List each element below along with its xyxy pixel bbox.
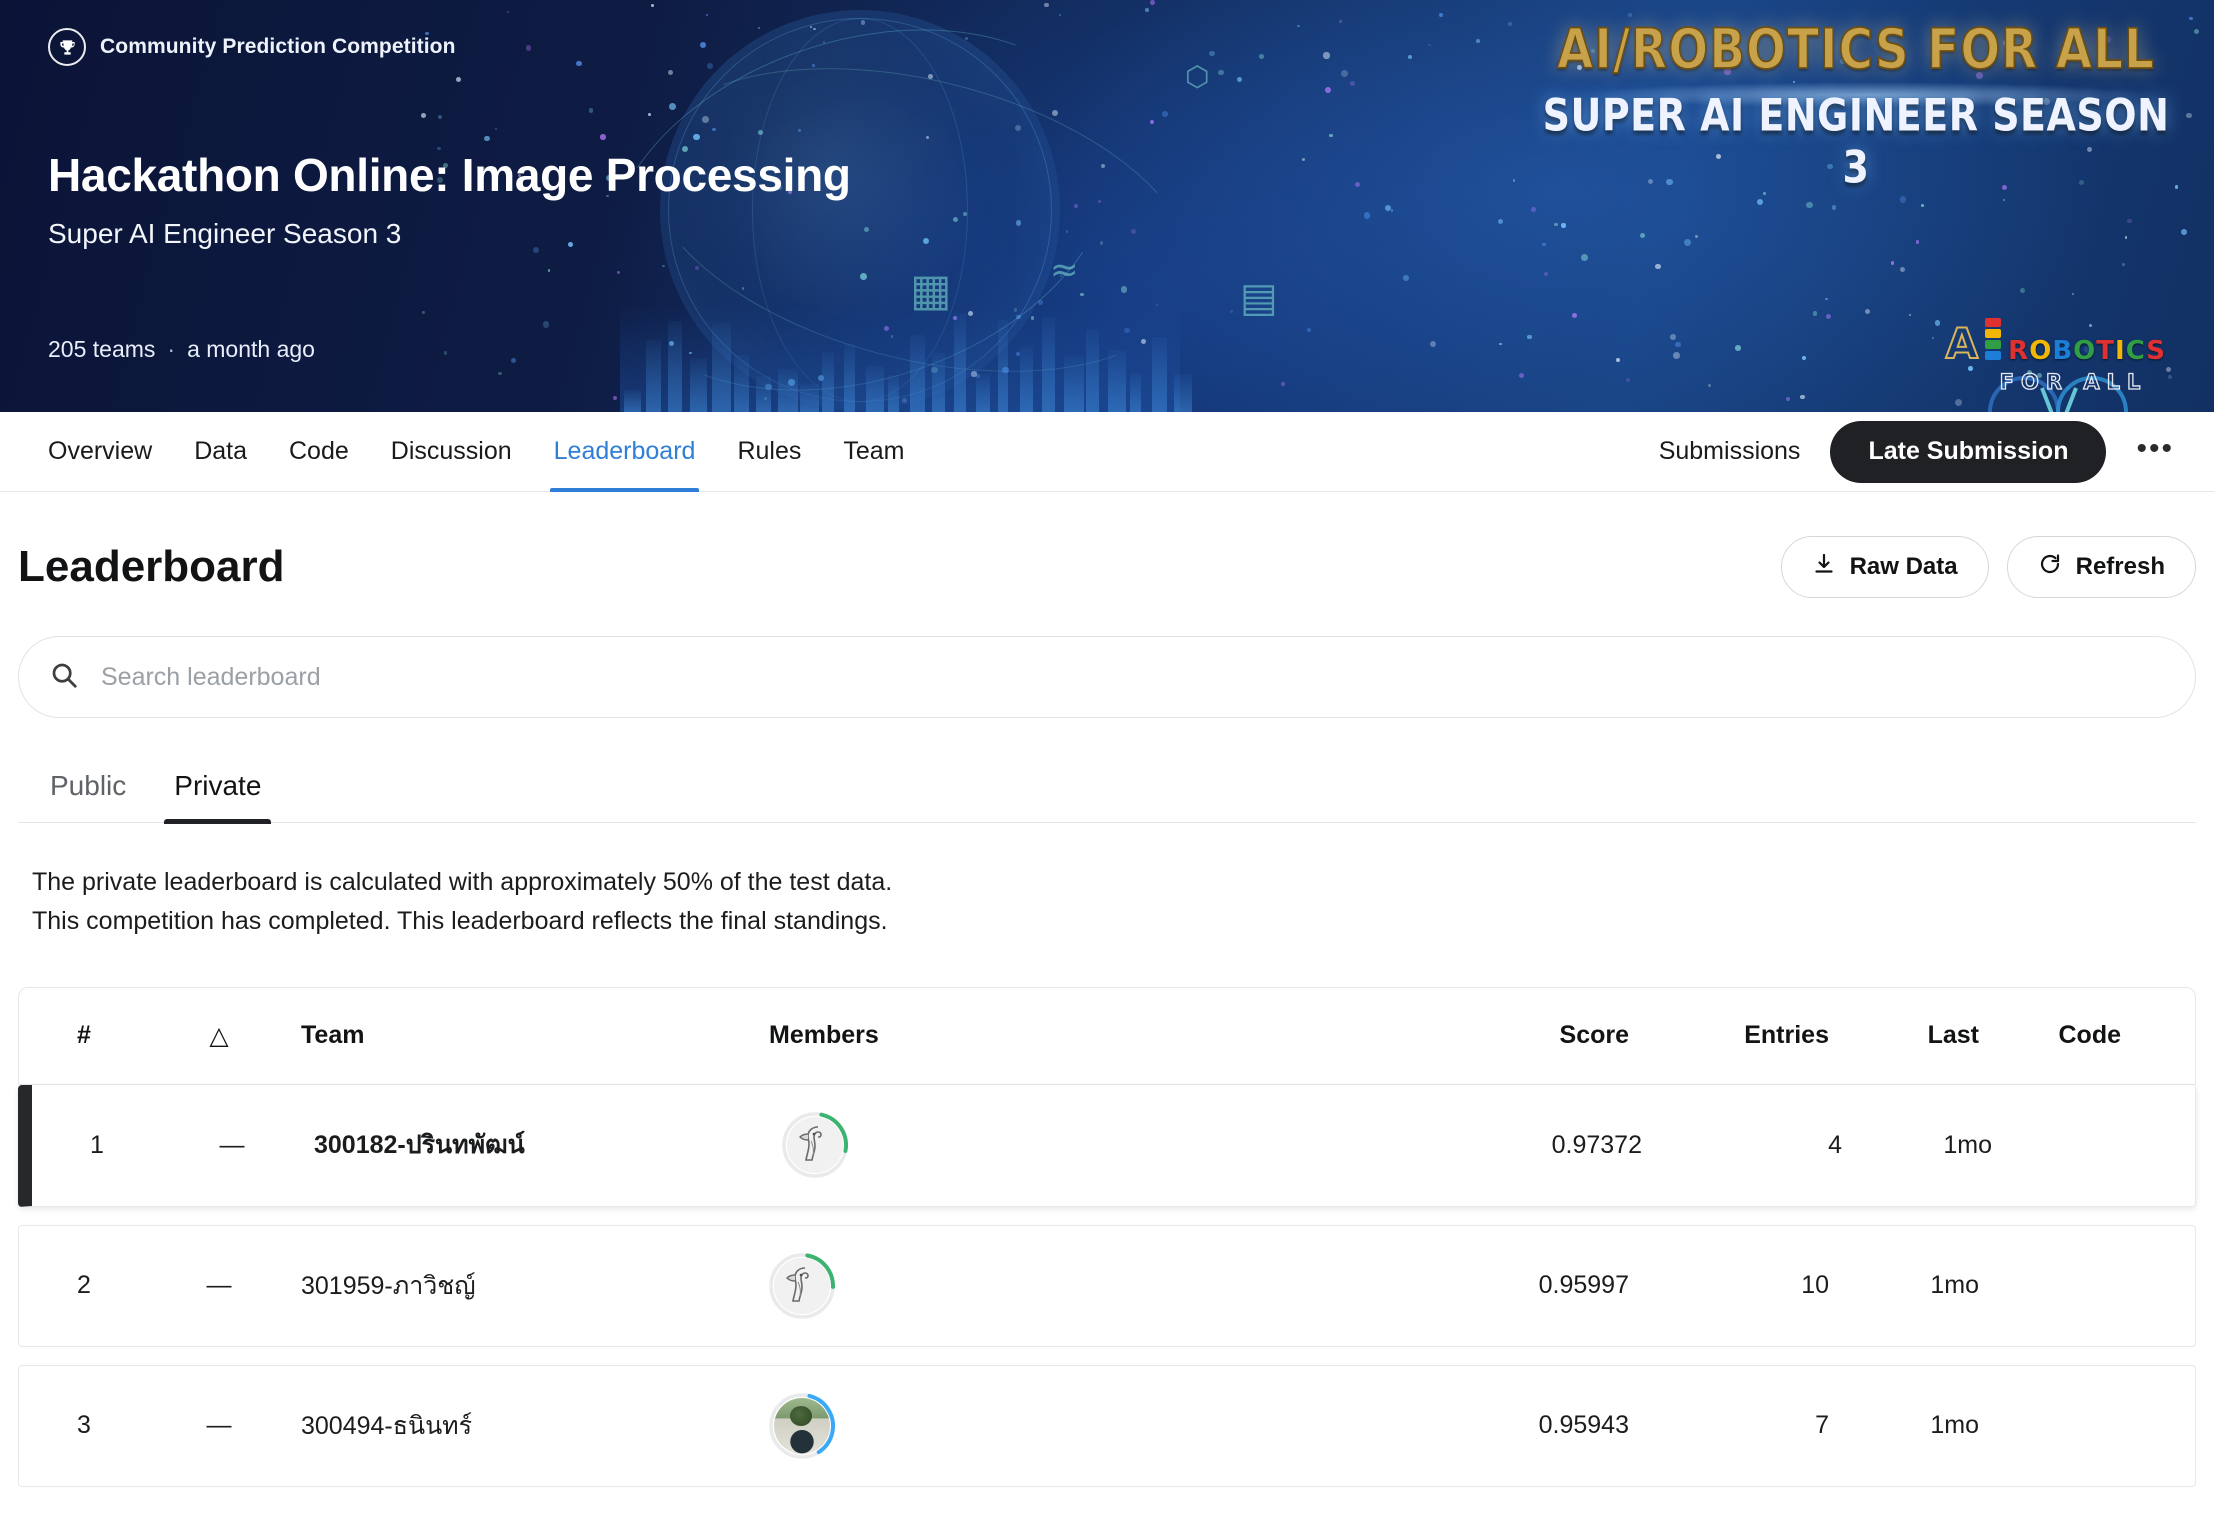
promo-subheadline: SUPER AI ENGINEER SEASON 3: [1542, 89, 2170, 193]
trophy-icon: [48, 28, 86, 66]
column-header-code: Code: [2058, 1021, 2122, 1049]
avatar[interactable]: [782, 1112, 848, 1178]
laptop-icon: ▤: [1240, 275, 1278, 321]
leaderboard-header: Leaderboard Raw Data Refresh: [18, 536, 2196, 598]
goose-icon: [787, 1117, 843, 1173]
teams-count: 205 teams: [48, 336, 156, 362]
row-members: [769, 1252, 1329, 1319]
competition-nav: Overview Data Code Discussion Leaderboar…: [0, 412, 2214, 492]
row-members: [769, 1392, 1329, 1459]
row-last: 1mo: [1930, 1411, 1979, 1439]
goose-avatar: [774, 1257, 830, 1314]
row-team-name[interactable]: 301959-ภาวิชญ์: [289, 1266, 769, 1306]
meta-separator: ·: [167, 336, 176, 362]
nav-tab-rules[interactable]: Rules: [737, 412, 801, 492]
competition-type-badge: Community Prediction Competition: [48, 28, 456, 66]
column-header-last[interactable]: Last: [1829, 1021, 1979, 1050]
logo-for-all-text: FOR ALL: [1999, 369, 2148, 394]
nav-tab-list: Overview Data Code Discussion Leaderboar…: [48, 412, 905, 492]
row-delta: —: [206, 1271, 232, 1299]
promo-artwork: AI/ROBOTICS FOR ALL SUPER AI ENGINEER SE…: [1526, 16, 2186, 193]
nav-tab-team[interactable]: Team: [843, 412, 904, 492]
competition-subtitle: Super AI Engineer Season 3: [48, 218, 402, 249]
row-entries: 10: [1801, 1271, 1829, 1299]
row-team-name[interactable]: 300182-ปรินทพัฒน์: [302, 1125, 782, 1165]
row-score: 0.95997: [1538, 1271, 1629, 1299]
search-icon: [49, 660, 79, 695]
notice-line-1: The private leaderboard is calculated wi…: [32, 868, 893, 896]
wifi-icon: ≈: [1050, 250, 1079, 290]
city-skyline-graphic: [620, 292, 1192, 412]
column-header-team[interactable]: Team: [289, 1021, 769, 1050]
avatar[interactable]: [769, 1392, 835, 1459]
row-last: 1mo: [1930, 1271, 1979, 1299]
leaderboard-scope-tabs: Public Private: [18, 770, 2196, 824]
table-row[interactable]: 2 — 301959-ภาวิชญ์ 0.95997 10 1mo: [18, 1224, 2196, 1347]
nav-tab-overview[interactable]: Overview: [48, 412, 152, 492]
column-header-delta[interactable]: △: [149, 1021, 289, 1051]
competition-title: Hackathon Online: Image Processing: [48, 149, 851, 201]
leaderboard-actions: Raw Data Refresh: [1780, 536, 2196, 598]
page-title: Leaderboard: [18, 542, 285, 591]
column-header-entries[interactable]: Entries: [1629, 1021, 1829, 1050]
row-members: [782, 1112, 1342, 1178]
column-header-rank[interactable]: #: [19, 1021, 149, 1050]
nav-tab-leaderboard[interactable]: Leaderboard: [549, 412, 700, 492]
competition-banner: ▦ ▤ ≈ ⬡ Community Prediction Competition…: [0, 0, 2214, 412]
goose-avatar: [787, 1117, 843, 1173]
row-rank: 1: [90, 1130, 104, 1159]
logo-letter-a: A: [1945, 319, 1979, 369]
download-icon: [1812, 552, 1836, 583]
row-rank: 3: [77, 1411, 91, 1439]
column-header-members: Members: [769, 1021, 879, 1049]
nav-tab-discussion[interactable]: Discussion: [391, 412, 512, 492]
logo-colour-bars: [1985, 318, 2002, 360]
tab-private[interactable]: Private: [150, 770, 285, 824]
row-entries: 7: [1815, 1411, 1829, 1439]
ai-robotics-for-all-logo: A ROBOTICS FOR ALL: [1945, 318, 2166, 395]
nav-actions: Submissions Late Submission •••: [1659, 420, 2174, 483]
row-entries: 4: [1828, 1130, 1842, 1159]
search-input[interactable]: [101, 662, 2165, 692]
row-team-name[interactable]: 300494-ธนินทร์: [289, 1406, 769, 1446]
more-options-icon[interactable]: •••: [2136, 433, 2174, 470]
tab-public[interactable]: Public: [32, 770, 150, 822]
competition-meta: 205 teams · a month ago: [48, 336, 315, 363]
row-score: 0.97372: [1551, 1130, 1642, 1159]
late-submission-button[interactable]: Late Submission: [1830, 420, 2107, 483]
nav-tab-code[interactable]: Code: [289, 412, 349, 492]
row-rank: 2: [77, 1271, 91, 1299]
row-delta: —: [206, 1411, 232, 1439]
nav-tab-data[interactable]: Data: [194, 412, 247, 492]
avatar[interactable]: [769, 1252, 835, 1319]
badge-label: Community Prediction Competition: [100, 35, 456, 58]
leaderboard-table: # △ Team Members Score Entries Last Code…: [18, 986, 2196, 1487]
row-last: 1mo: [1943, 1130, 1992, 1159]
logo-robotics-text: ROBOTICS: [2008, 336, 2166, 366]
refresh-label: Refresh: [2075, 553, 2165, 580]
leaderboard-notice: The private leaderboard is calculated wi…: [18, 863, 2196, 941]
raw-data-label: Raw Data: [1849, 553, 1958, 580]
search-leaderboard-field[interactable]: [18, 636, 2196, 718]
submissions-link[interactable]: Submissions: [1659, 437, 1801, 466]
goose-icon: [774, 1257, 830, 1314]
notice-line-2: This competition has completed. This lea…: [32, 906, 888, 935]
promo-headline: AI/ROBOTICS FOR ALL: [1556, 16, 2155, 83]
raw-data-button[interactable]: Raw Data: [1780, 536, 1989, 598]
profile-photo: [774, 1397, 830, 1454]
leaderboard-page: Leaderboard Raw Data Refresh Search lead…: [0, 536, 2214, 1487]
refresh-icon: [2038, 552, 2062, 583]
column-header-score[interactable]: Score: [1329, 1021, 1629, 1050]
row-delta: —: [219, 1130, 245, 1159]
table-header-row: # △ Team Members Score Entries Last Code: [18, 986, 2196, 1085]
table-row[interactable]: 3 — 300494-ธนินทร์ 0.95943 7 1mo: [18, 1364, 2196, 1487]
row-score: 0.95943: [1538, 1411, 1629, 1439]
competition-age: a month ago: [187, 336, 315, 362]
refresh-button[interactable]: Refresh: [2006, 536, 2196, 598]
photo-avatar: [774, 1397, 830, 1454]
node-icon: ⬡: [1185, 60, 1210, 93]
chip-icon: ▦: [910, 265, 952, 316]
table-row[interactable]: 1 — 300182-ปรินทพัฒน์ 0.97372 4 1mo: [18, 1084, 2196, 1207]
